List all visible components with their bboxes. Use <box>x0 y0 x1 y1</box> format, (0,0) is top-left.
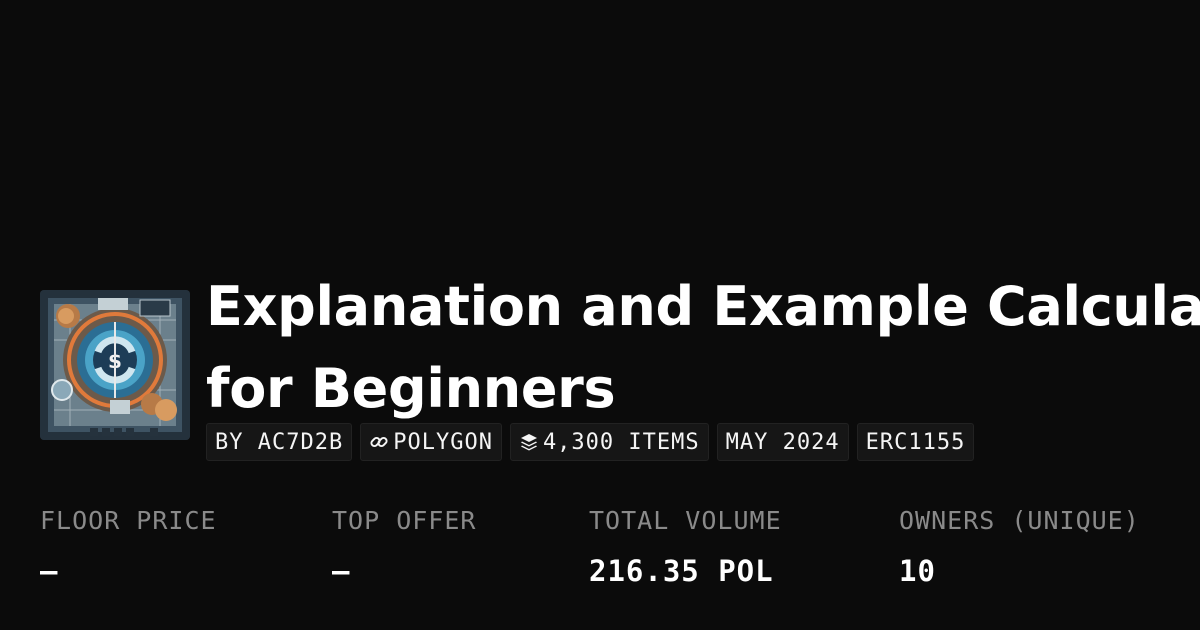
total-volume-stat: TOTAL VOLUME 216.35 POL <box>589 504 782 589</box>
collection-tags: BY AC7D2B POLYGON 4,300 ITEMS MAY 2024 E… <box>206 423 975 461</box>
floor-price-value: – <box>40 554 59 588</box>
collection-title-line-2: for Beginners <box>206 357 616 420</box>
owners-value: 10 <box>899 554 936 588</box>
date-tag: MAY 2024 <box>716 423 849 461</box>
collection-title: Explanation and Example Calculat for Beg… <box>206 266 1200 430</box>
creator-tag[interactable]: BY AC7D2B <box>206 423 353 461</box>
collection-stats: FLOOR PRICE – TOP OFFER – TOTAL VOLUME 2… <box>0 504 1200 604</box>
token-standard-tag: ERC1155 <box>856 423 975 461</box>
layers-icon <box>519 432 539 452</box>
creator-label: BY AC7D2B <box>215 429 344 455</box>
top-offer-stat: TOP OFFER – <box>332 504 476 589</box>
top-offer-label: TOP OFFER <box>332 506 477 535</box>
items-count-label: 4,300 ITEMS <box>542 429 700 455</box>
items-count-tag: 4,300 ITEMS <box>509 423 709 461</box>
collection-thumbnail[interactable]: $ <box>40 290 190 440</box>
link-icon <box>369 432 389 452</box>
collection-header: $ Explanation and Example Calculat for B… <box>40 266 1200 466</box>
dollar-coin-artwork-icon: $ <box>40 290 190 440</box>
total-volume-label: TOTAL VOLUME <box>589 506 782 535</box>
floor-price-label: FLOOR PRICE <box>40 506 217 535</box>
date-label: MAY 2024 <box>725 429 840 455</box>
chain-label: POLYGON <box>393 429 493 455</box>
owners-stat: OWNERS (UNIQUE) 10 <box>899 504 1140 589</box>
token-standard-label: ERC1155 <box>865 429 966 455</box>
top-offer-value: – <box>332 554 351 588</box>
owners-label: OWNERS (UNIQUE) <box>899 506 1140 535</box>
chain-tag[interactable]: POLYGON <box>360 423 502 461</box>
collection-title-line-1: Explanation and Example Calculat <box>206 275 1200 338</box>
floor-price-stat: FLOOR PRICE – <box>40 504 217 589</box>
total-volume-value: 216.35 POL <box>589 554 774 588</box>
